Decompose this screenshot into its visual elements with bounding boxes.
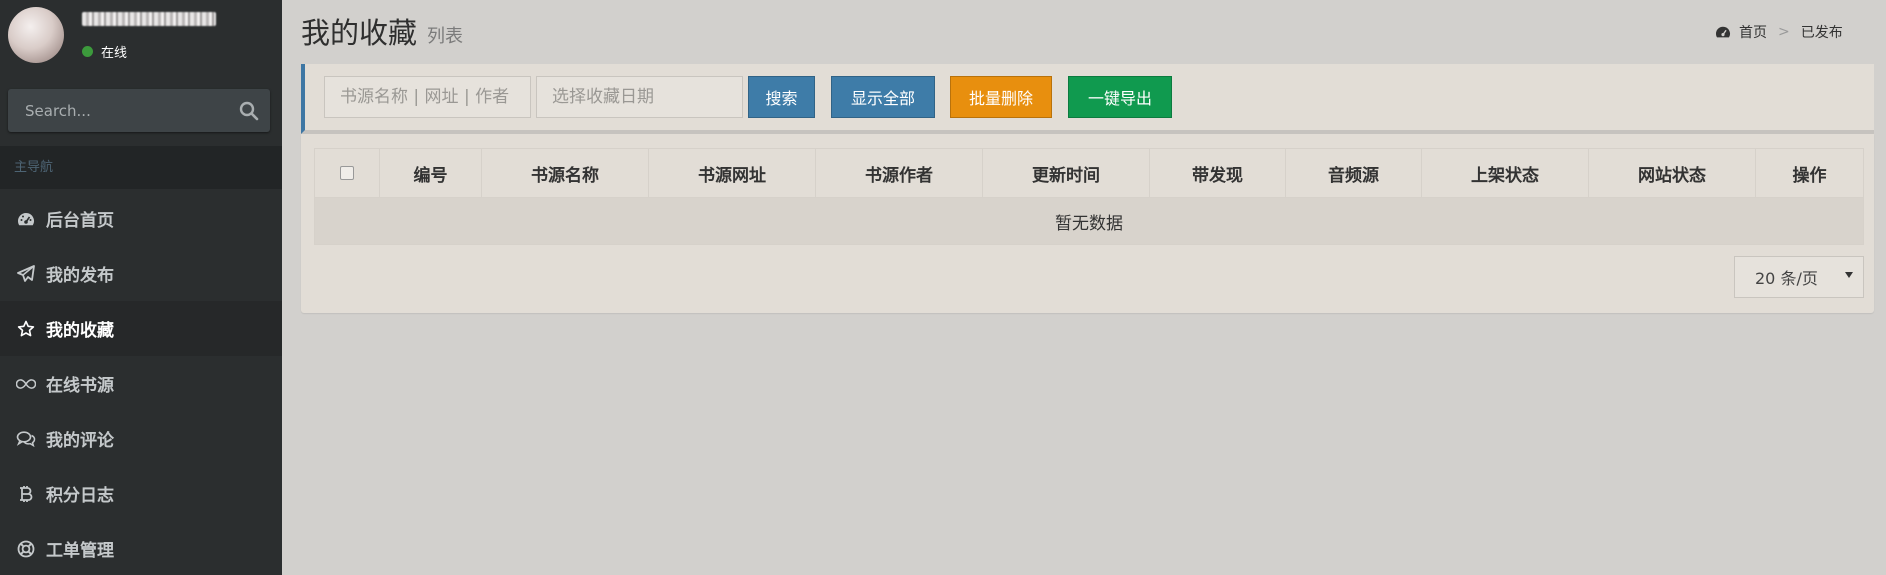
sidebar-item-label: 我的收藏 xyxy=(46,321,114,341)
empty-row: 暂无数据 xyxy=(314,197,1864,245)
favorite-date-picker[interactable] xyxy=(536,76,743,118)
sidebar: 在线 主导航 后台首页 我的发布 我的收藏 xyxy=(0,0,282,575)
user-status: 在线 xyxy=(82,42,127,61)
keyword-search-input[interactable] xyxy=(324,76,531,118)
sidebar-item-my-posts[interactable]: 我的发布 xyxy=(0,246,282,301)
column-header[interactable]: 上架状态 xyxy=(1421,148,1589,198)
page-size-select[interactable]: 20 条/页 xyxy=(1734,256,1864,298)
sidebar-item-label: 在线书源 xyxy=(46,376,114,396)
column-header[interactable]: 书源网址 xyxy=(648,148,816,198)
column-header[interactable]: 音频源 xyxy=(1285,148,1422,198)
breadcrumb-separator: > xyxy=(1778,24,1790,40)
sidebar-item-label: 后台首页 xyxy=(46,211,114,231)
column-header[interactable]: 编号 xyxy=(379,148,482,198)
export-button[interactable]: 一键导出 xyxy=(1068,76,1172,118)
sidebar-search-input[interactable] xyxy=(8,89,228,132)
search-icon[interactable] xyxy=(238,100,260,122)
user-name-blurred xyxy=(82,12,216,26)
paper-plane-icon xyxy=(16,264,36,284)
sidebar-item-label: 工单管理 xyxy=(46,541,114,561)
search-button[interactable]: 搜索 xyxy=(748,76,815,118)
bitcoin-icon xyxy=(16,484,36,504)
sidebar-item-my-comments[interactable]: 我的评论 xyxy=(0,411,282,466)
select-all-cell xyxy=(314,148,380,198)
table-panel: 编号 书源名称 书源网址 书源作者 更新时间 带发现 音频源 上架状态 网站状态… xyxy=(301,134,1874,313)
dashboard-icon xyxy=(1716,26,1730,38)
sidebar-item-points-log[interactable]: 积分日志 xyxy=(0,466,282,521)
sidebar-item-label: 我的评论 xyxy=(46,431,114,451)
caret-down-icon xyxy=(1845,272,1853,278)
toolbar: 搜索 显示全部 批量删除 一键导出 xyxy=(301,64,1874,134)
breadcrumb: 首页 > 已发布 xyxy=(1715,22,1843,42)
breadcrumb-home[interactable]: 首页 xyxy=(1715,22,1767,42)
user-status-label: 在线 xyxy=(101,46,128,61)
life-ring-icon xyxy=(16,539,36,559)
batch-delete-button[interactable]: 批量删除 xyxy=(950,76,1052,118)
sidebar-item-online-sources[interactable]: 在线书源 xyxy=(0,356,282,411)
page-subtitle: 列表 xyxy=(427,26,463,47)
select-all-checkbox[interactable] xyxy=(340,166,354,180)
page-title: 我的收藏 xyxy=(301,16,418,50)
sidebar-item-label: 我的发布 xyxy=(46,266,114,286)
table-header-row: 编号 书源名称 书源网址 书源作者 更新时间 带发现 音频源 上架状态 网站状态… xyxy=(314,148,1864,198)
sidebar-item-tickets[interactable]: 工单管理 xyxy=(0,521,282,575)
avatar[interactable] xyxy=(8,7,64,63)
online-status-dot-icon xyxy=(82,46,93,57)
show-all-button[interactable]: 显示全部 xyxy=(831,76,935,118)
empty-state-text: 暂无数据 xyxy=(314,197,1864,245)
star-icon xyxy=(16,319,36,339)
column-header[interactable]: 网站状态 xyxy=(1588,148,1756,198)
nav-header: 主导航 xyxy=(0,146,282,189)
breadcrumb-home-label: 首页 xyxy=(1739,25,1767,41)
column-header[interactable]: 书源作者 xyxy=(815,148,983,198)
favorites-table: 编号 书源名称 书源网址 书源作者 更新时间 带发现 音频源 上架状态 网站状态… xyxy=(314,148,1864,245)
infinity-icon xyxy=(16,374,36,394)
sidebar-item-favorites[interactable]: 我的收藏 xyxy=(0,301,282,356)
dashboard-icon xyxy=(16,209,36,229)
column-header[interactable]: 操作 xyxy=(1755,148,1864,198)
sidebar-item-label: 积分日志 xyxy=(46,486,114,506)
comments-icon xyxy=(16,429,36,449)
breadcrumb-current: 已发布 xyxy=(1800,25,1843,41)
column-header[interactable]: 更新时间 xyxy=(982,148,1150,198)
sidebar-search xyxy=(8,89,270,132)
column-header[interactable]: 带发现 xyxy=(1149,148,1286,198)
column-header[interactable]: 书源名称 xyxy=(481,148,649,198)
sidebar-nav: 后台首页 我的发布 我的收藏 在线书源 我的评论 积分日志 工单管理 xyxy=(0,191,282,575)
user-panel: 在线 xyxy=(0,0,282,79)
page-size-value: 20 条/页 xyxy=(1755,269,1818,288)
sidebar-item-dashboard[interactable]: 后台首页 xyxy=(0,191,282,246)
